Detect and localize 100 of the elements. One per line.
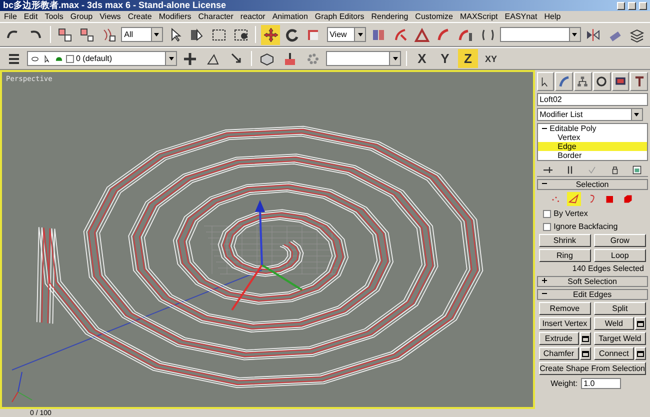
axis-constraint-button[interactable]: XY [481,49,501,68]
collapse-icon [540,290,548,297]
panel-button[interactable]: Weld [594,317,634,330]
rollout-header[interactable]: Selection [536,179,648,190]
collapse-icon [540,180,548,187]
menu-item[interactable]: Views [100,12,121,21]
modify-tab-icon [558,75,571,88]
stack-item[interactable]: Vertex [538,133,647,142]
layers-icon [628,26,645,42]
mirror-icon [584,26,601,42]
panel-button[interactable]: Insert Vertex [538,317,591,330]
display-tab-icon [614,75,627,88]
expand-icon [540,277,548,284]
stack-item[interactable]: Editable Poly [538,124,647,133]
move-button[interactable] [261,24,280,44]
settings-icon [637,320,644,326]
maximize-button[interactable] [628,2,636,10]
edge-level-button[interactable] [567,192,582,206]
menu-item[interactable]: Customize [415,12,453,21]
create-tab[interactable] [536,72,554,91]
axis-constraint-button[interactable]: X [412,49,432,68]
window-title: bc多边形教者.max - 3ds max 6 - Stand-alone License [3,0,228,12]
settings-button[interactable] [580,332,591,345]
hierarchy-tab[interactable] [574,72,592,91]
menu-item[interactable]: Rendering [371,12,408,21]
reference-coordinate-dropdown[interactable]: View [326,27,366,42]
edge-icon [568,193,580,205]
panel-button[interactable]: Extrude [538,332,579,345]
menu-item[interactable]: Group [70,12,93,21]
settings-icon [582,350,589,356]
checkbox-label: By Vertex [554,209,588,218]
menu-item[interactable]: Graph Editors [314,12,364,21]
panel-button[interactable]: Grow [594,234,646,247]
utilities-tab[interactable] [630,72,648,91]
checkbox-label: Ignore Backfacing [554,222,618,231]
panel-button[interactable]: Target Weld [594,332,646,345]
menu-item[interactable]: Animation [272,12,308,21]
panel-button[interactable]: Create Shape From Selection [538,362,646,375]
dropdown-arrow-icon [168,56,174,60]
checkbox[interactable] [542,210,551,218]
motion-tab-icon [595,75,608,88]
close-button[interactable] [639,2,647,10]
modifier-list-dropdown[interactable]: Modifier List [536,108,643,121]
dropdown-arrow-icon [358,32,363,36]
rollout-header[interactable]: Edit Edges [536,289,648,300]
menu-item[interactable]: MAXScript [460,12,498,21]
collapse-icon [540,125,548,132]
weight-field[interactable]: 1.0 [580,378,621,388]
add-icon [182,50,198,66]
menu-item[interactable]: Character [198,12,234,21]
hierarchy-tab-icon [576,75,590,88]
axis-tripod-icon [12,372,32,402]
menu-item[interactable]: Help [544,12,561,21]
axis-constraint-button[interactable]: Z [458,49,478,68]
panel-button[interactable]: Split [594,302,646,315]
settings-icon [637,350,644,356]
rollout-header[interactable]: Soft Selection [536,276,648,287]
menu-item[interactable]: Modifiers [158,12,192,21]
menu-item[interactable]: Edit [24,12,38,21]
move-icon [262,26,279,42]
display-tab[interactable] [612,72,630,91]
settings-button[interactable] [635,347,646,360]
settings-icon [582,336,589,342]
selection-status: 140 Edges Selected [571,264,645,274]
panel-button[interactable]: Remove [538,302,591,315]
axis-constraint-button[interactable]: Y [435,49,455,68]
menu-item[interactable]: Tools [44,12,64,21]
dropdown-arrow-icon [392,56,398,60]
menu-item[interactable]: reactor [240,12,266,21]
weight-label: Weight: [550,378,578,388]
minimize-button[interactable] [617,2,625,10]
layer-name: 0 (default) [76,54,112,63]
menu-item[interactable]: Create [128,12,152,21]
pointer-icon [42,54,52,64]
stack-item[interactable]: Border [538,151,647,160]
utilities-tab-icon [632,75,646,88]
panel-button[interactable]: Ring [538,249,591,262]
panel-button[interactable]: Connect [594,347,634,360]
settings-button[interactable] [635,317,646,330]
layer-color-swatch [66,54,74,62]
panel-button[interactable]: Loop [594,249,646,262]
menu-item[interactable]: File [4,12,17,21]
object-name-field[interactable]: Loft02 [536,93,648,106]
panel-button[interactable]: Shrink [538,234,591,247]
layer-dropdown[interactable]: 0 (default) [27,51,177,66]
modify-tab[interactable] [555,72,574,91]
transform-gizmo-icon [231,200,303,311]
element-icon [622,193,634,205]
checkbox[interactable] [542,222,551,230]
dropdown-arrow-icon [634,112,640,116]
selection-set-dropdown[interactable] [326,51,401,66]
named-selection-dropdown[interactable] [500,27,581,42]
settings-button[interactable] [580,347,591,360]
menu-item[interactable]: EASYnat [504,12,538,21]
panel-button[interactable]: Chamfer [538,347,579,360]
dropdown-arrow-icon [572,32,578,36]
dropdown-arrow-icon [154,32,160,36]
selection-filter-dropdown[interactable]: All [121,27,163,42]
motion-tab[interactable] [592,72,611,91]
stack-item[interactable]: Edge [538,142,647,151]
